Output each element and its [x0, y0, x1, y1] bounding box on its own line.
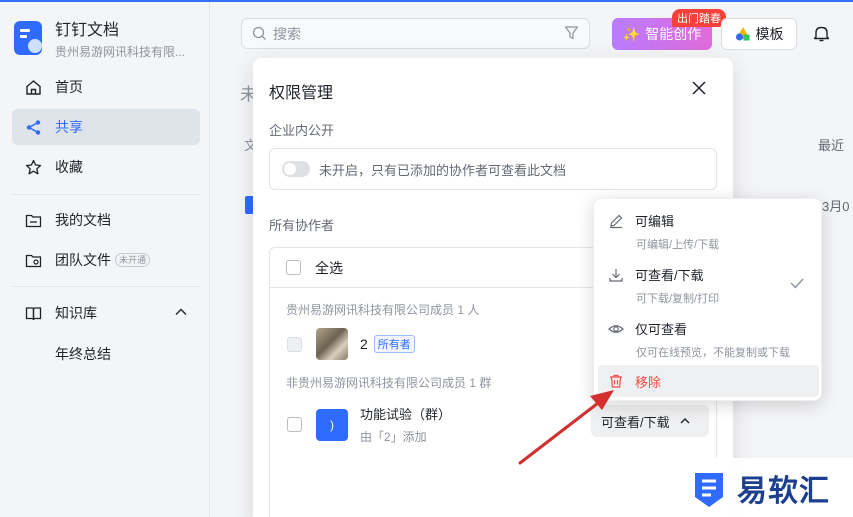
watermark: 易软汇 — [683, 458, 853, 517]
watermark-logo-icon — [689, 467, 729, 509]
annotation-arrow — [518, 390, 614, 465]
watermark-text: 易软汇 — [737, 474, 830, 508]
